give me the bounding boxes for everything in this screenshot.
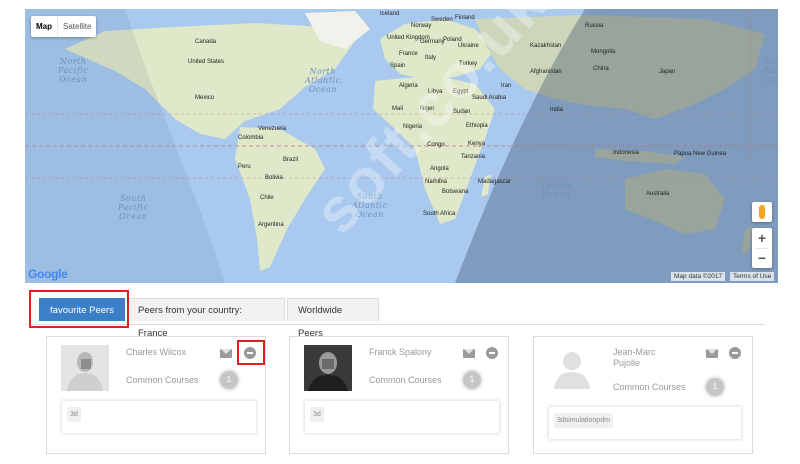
country-label: Algeria — [399, 83, 418, 89]
country-label: Saudi Arabia — [472, 95, 507, 101]
terms-of-use-link[interactable]: Terms of Use — [730, 272, 775, 281]
country-label: Italy — [425, 55, 437, 61]
country-label: Congo — [427, 142, 445, 148]
country-label: Turkey — [459, 61, 478, 67]
country-label: Sweden — [431, 17, 453, 23]
country-label: Tanzania — [461, 154, 486, 160]
zoom-in-button[interactable]: + — [752, 228, 772, 248]
country-label: Iran — [501, 83, 512, 89]
peer-card: Franck Spalony Common Courses 1 3d — [289, 336, 509, 454]
course-tag[interactable]: 3d — [67, 407, 81, 422]
country-label: France — [399, 51, 418, 57]
ocean-label: Indian Ocean — [542, 181, 571, 199]
country-label: Australia — [646, 191, 670, 197]
country-label: Iceland — [380, 11, 400, 17]
map-type-control: Map Satellite — [31, 16, 97, 37]
country-label: Nigeria — [403, 124, 423, 130]
country-label: Germany — [420, 39, 445, 45]
country-label: Mongolia — [591, 49, 616, 55]
ocean-label: South Atlantic Ocean — [352, 192, 388, 219]
peer-name: Franck Spalony — [369, 347, 432, 357]
mail-icon[interactable] — [220, 349, 232, 358]
country-label: Canada — [195, 39, 217, 45]
remove-button-highlight — [237, 340, 265, 365]
avatar — [61, 345, 109, 391]
country-label: Colombia — [238, 135, 264, 141]
country-label: Libya — [428, 89, 443, 95]
country-label: Egypt — [453, 89, 469, 95]
country-label: Angola — [430, 166, 449, 172]
world-map[interactable]: Map Satellite North Pacific Ocean North … — [25, 9, 778, 283]
map-type-satellite-button[interactable]: Satellite — [57, 16, 96, 37]
peer-card: Jean-Marc Pujolle Common Courses 1 3dsim… — [533, 336, 753, 454]
common-courses-count: 1 — [220, 371, 238, 389]
ocean-label: North Pacific Ocean — [58, 57, 89, 84]
peer-card: Charles Wilcox Common Courses 1 3d — [46, 336, 266, 454]
country-label: Niger — [420, 106, 435, 112]
avatar — [304, 345, 352, 391]
course-tag[interactable]: 3dsimulationpdm — [554, 413, 613, 428]
ocean-label: North Atlantic Ocean — [305, 67, 341, 94]
country-label: Kenya — [468, 141, 486, 147]
country-label: Norway — [411, 23, 432, 29]
common-courses-count: 1 — [706, 378, 724, 396]
country-label: Finland — [455, 15, 475, 21]
country-label: Venezuela — [258, 126, 287, 132]
country-label: Ethiopia — [466, 123, 488, 129]
favourite-tab-highlight — [29, 290, 129, 328]
country-label: Afghanistan — [530, 69, 562, 75]
zoom-out-button[interactable]: − — [752, 249, 772, 268]
country-label: Namibia — [425, 179, 448, 185]
country-label: Chile — [260, 195, 274, 201]
peer-name: Charles Wilcox — [126, 347, 187, 357]
common-courses-count: 1 — [463, 371, 481, 389]
country-label: United States — [188, 59, 225, 65]
avatar — [548, 345, 596, 391]
country-label: Kazakhstan — [530, 43, 562, 49]
country-label: Mali — [392, 106, 404, 112]
country-label: Ukraine — [458, 43, 479, 49]
country-label: Bolivia — [265, 175, 283, 181]
peer-name: Jean-Marc Pujolle — [613, 347, 656, 368]
common-courses-label: Common Courses — [126, 375, 199, 385]
map-data-attribution: Map data ©2017 — [671, 272, 726, 281]
course-list: 3d — [62, 401, 256, 433]
country-label: Japan — [659, 69, 676, 75]
country-label: Madagascar — [478, 179, 512, 185]
mail-icon[interactable] — [706, 349, 718, 358]
country-label: India — [550, 107, 564, 113]
peer-tabs: favourite Peers Peers from your country:… — [25, 296, 765, 339]
street-view-pegman-icon[interactable] — [752, 202, 772, 222]
course-tag[interactable]: 3d — [310, 407, 324, 422]
country-label: Peru — [238, 164, 251, 170]
country-label: Mexico — [195, 95, 215, 101]
common-courses-label: Common Courses — [613, 382, 686, 392]
zoom-control: + − — [752, 228, 772, 268]
country-label: Papua New Guinea — [674, 151, 727, 157]
country-label: Botswana — [442, 189, 469, 195]
ocean-label: South Pacific Ocean — [118, 194, 149, 221]
course-list: 3d — [305, 401, 499, 433]
tab-worldwide-peers[interactable]: Worldwide Peers — [287, 298, 379, 339]
country-label: South Africa — [423, 211, 456, 217]
country-label: Sudan — [453, 109, 471, 115]
google-logo: Google — [28, 267, 68, 281]
course-list: 3dsimulationpdm — [549, 407, 741, 439]
remove-peer-icon[interactable] — [729, 347, 741, 359]
tab-peers-from-country[interactable]: Peers from your country: France — [127, 298, 285, 339]
country-label: Argentina — [258, 222, 284, 228]
mail-icon[interactable] — [463, 349, 475, 358]
country-label: Russia — [585, 23, 604, 29]
country-label: Brazil — [283, 157, 299, 163]
country-label: Indonesia — [613, 150, 640, 156]
remove-peer-icon[interactable] — [486, 347, 498, 359]
common-courses-label: Common Courses — [369, 375, 442, 385]
country-label: Spain — [390, 63, 406, 69]
map-type-map-button[interactable]: Map — [31, 16, 57, 37]
country-label: China — [593, 66, 609, 72]
ocean-label: North Pacific Ocean — [763, 57, 778, 84]
